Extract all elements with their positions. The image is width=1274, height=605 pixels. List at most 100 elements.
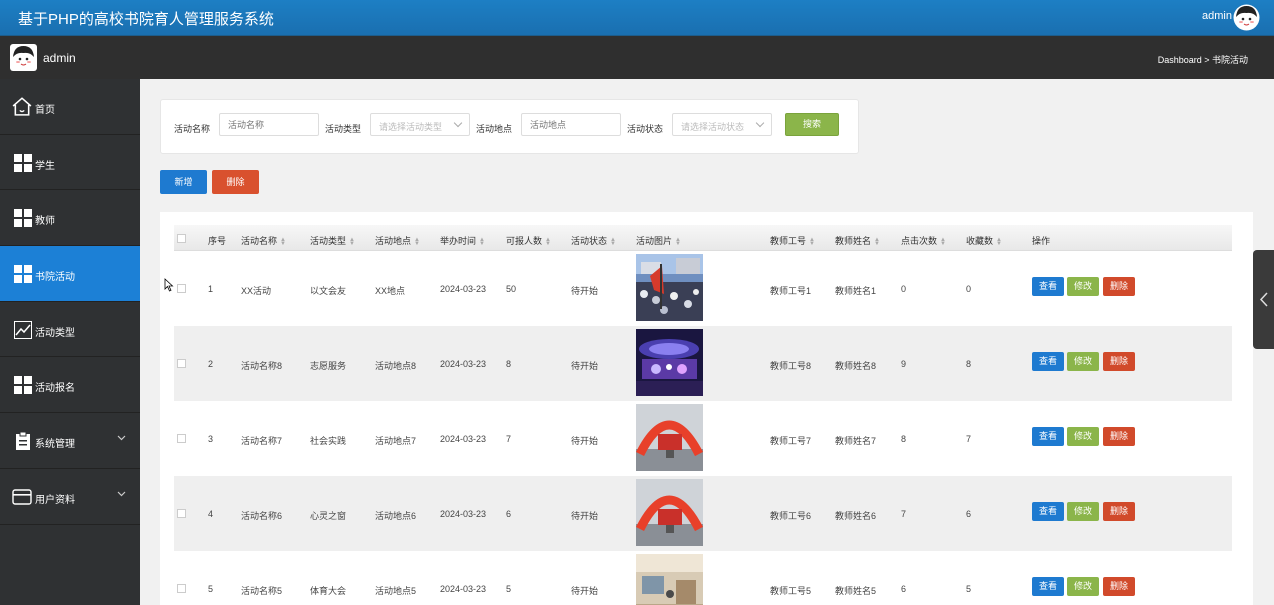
view-button[interactable]: 查看 (1032, 277, 1064, 296)
cell-no: 5 (208, 584, 214, 594)
table-row: 3 活动名称7 社会实践 活动地点7 2024-03-23 7 待开始 教师工号… (174, 401, 1232, 476)
edit-button[interactable]: 修改 (1067, 277, 1099, 296)
col-header-image[interactable]: 活动图片 ▲ ▼ (636, 234, 681, 247)
row-checkbox[interactable] (177, 434, 186, 443)
sort-icon: ▲ ▼ (280, 236, 286, 247)
col-header-label: 可报人数 (506, 236, 543, 246)
view-button[interactable]: 查看 (1032, 502, 1064, 521)
sidebar-avatar-icon (10, 44, 37, 71)
side-panel-toggle[interactable] (1253, 250, 1274, 349)
activity-place-input[interactable] (521, 113, 621, 136)
cell-teacher-name: 教师姓名7 (835, 436, 877, 446)
col-header-teacher-name[interactable]: 教师姓名 ▲ ▼ (835, 234, 880, 247)
cell-type: 心灵之窗 (310, 511, 347, 521)
col-header-date[interactable]: 举办时间 ▲ ▼ (440, 234, 485, 247)
table-header: 序号 活动名称 ▲ ▼ 活动类型 ▲ ▼ 活动地点 ▲ ▼ 举办时间 ▲ ▼ 可报人数 ▲ ▼ 活动… (174, 225, 1232, 251)
cell-status: 待开始 (571, 436, 599, 446)
edit-button[interactable]: 修改 (1067, 577, 1099, 596)
activity-type-placeholder: 请选择活动类型 (379, 122, 443, 132)
cell-capacity: 8 (506, 359, 512, 369)
sidebar-item-registrations[interactable]: 活动报名 (0, 357, 140, 414)
sidebar-item-activities[interactable]: 书院活动 (0, 246, 140, 302)
activity-type-select[interactable]: 请选择活动类型 (370, 113, 470, 136)
col-header-place[interactable]: 活动地点 ▲ ▼ (375, 234, 420, 247)
batch-delete-button[interactable]: 删除 (212, 170, 259, 194)
cell-favorites: 5 (966, 584, 972, 594)
user-avatar-icon[interactable] (1233, 4, 1260, 31)
col-header-capacity[interactable]: 可报人数 ▲ ▼ (506, 234, 551, 247)
col-header-status[interactable]: 活动状态 ▲ ▼ (571, 234, 616, 247)
sidebar-item-system[interactable]: 系统管理 (0, 413, 140, 469)
search-panel: 活动名称 活动类型 请选择活动类型 活动地点 活动状态 请选择活动状态 搜索 (160, 99, 859, 154)
edit-button[interactable]: 修改 (1067, 427, 1099, 446)
delete-button[interactable]: 删除 (1103, 352, 1135, 371)
activity-status-placeholder: 请选择活动状态 (681, 122, 745, 132)
edit-button[interactable]: 修改 (1067, 502, 1099, 521)
activity-status-select[interactable]: 请选择活动状态 (672, 113, 772, 136)
col-header-label: 活动图片 (636, 236, 673, 246)
activity-image-stage[interactable] (636, 329, 703, 396)
view-button[interactable]: 查看 (1032, 577, 1064, 596)
sidebar-item-label: 活动报名 (35, 383, 75, 395)
cell-type: 社会实践 (310, 436, 347, 446)
app-title: 基于PHP的高校书院育人管理服务系统 (18, 11, 274, 28)
view-button[interactable]: 查看 (1032, 352, 1064, 371)
col-header-favorites[interactable]: 收藏数 ▲ ▼ (966, 234, 1002, 247)
sort-icon: ▲ ▼ (610, 236, 616, 247)
cell-teacher-name: 教师姓名8 (835, 361, 877, 371)
main-content: 活动名称 活动类型 请选择活动类型 活动地点 活动状态 请选择活动状态 搜索 新… (140, 79, 1274, 605)
cell-no: 4 (208, 509, 214, 519)
sidebar-item-profile[interactable]: 用户资料 (0, 469, 140, 525)
sidebar-item-home[interactable]: 首页 (0, 79, 140, 135)
cell-teacher-name: 教师姓名5 (835, 586, 877, 596)
cell-date: 2024-03-23 (440, 284, 487, 294)
col-header-label: 活动类型 (310, 236, 347, 246)
activity-image-arch[interactable] (636, 404, 703, 471)
cell-teacher-id: 教师工号7 (770, 436, 812, 446)
cell-date: 2024-03-23 (440, 359, 487, 369)
delete-button[interactable]: 删除 (1103, 277, 1135, 296)
col-header-type[interactable]: 活动类型 ▲ ▼ (310, 234, 355, 247)
view-button[interactable]: 查看 (1032, 427, 1064, 446)
cell-teacher-id: 教师工号5 (770, 586, 812, 596)
sidebar-item-label: 学生 (35, 160, 55, 172)
sidebar-item-teachers[interactable]: 教师 (0, 190, 140, 247)
add-button[interactable]: 新增 (160, 170, 207, 194)
col-header-teacher-id[interactable]: 教师工号 ▲ ▼ (770, 234, 815, 247)
activity-name-input[interactable] (219, 113, 319, 136)
activity-image-hall[interactable] (636, 554, 703, 605)
top-username[interactable]: admin (1202, 10, 1232, 22)
edit-button[interactable]: 修改 (1067, 352, 1099, 371)
cell-teacher-name: 教师姓名6 (835, 511, 877, 521)
sidebar-item-activity-types[interactable]: 活动类型 (0, 302, 140, 358)
delete-button[interactable]: 删除 (1103, 502, 1135, 521)
cell-teacher-name: 教师姓名1 (835, 286, 877, 296)
row-checkbox[interactable] (177, 509, 186, 518)
search-button[interactable]: 搜索 (785, 113, 839, 136)
select-all-checkbox[interactable] (177, 234, 186, 243)
header-bar: admin Dashboard > 书院活动 (0, 35, 1274, 79)
cell-type: 以文会友 (310, 286, 347, 296)
cell-favorites: 0 (966, 284, 972, 294)
activity-image-crowd[interactable] (636, 254, 703, 321)
cell-teacher-id: 教师工号1 (770, 286, 812, 296)
cell-date: 2024-03-23 (440, 509, 487, 519)
sidebar-item-label: 教师 (35, 216, 55, 228)
cell-no: 3 (208, 434, 214, 444)
mouse-cursor-icon (164, 278, 174, 292)
sort-icon: ▲ ▼ (545, 236, 551, 247)
row-checkbox[interactable] (177, 284, 186, 293)
table-row: 4 活动名称6 心灵之窗 活动地点6 2024-03-23 6 待开始 教师工号… (174, 476, 1232, 551)
col-header-name[interactable]: 活动名称 ▲ ▼ (241, 234, 286, 247)
sidebar-item-students[interactable]: 学生 (0, 135, 140, 191)
col-header-clicks[interactable]: 点击次数 ▲ ▼ (901, 234, 946, 247)
delete-button[interactable]: 删除 (1103, 577, 1135, 596)
cell-favorites: 8 (966, 359, 972, 369)
row-checkbox[interactable] (177, 359, 186, 368)
activity-image-arch[interactable] (636, 479, 703, 546)
delete-button[interactable]: 删除 (1103, 427, 1135, 446)
sort-icon: ▲ ▼ (996, 236, 1002, 247)
col-header-label: 收藏数 (966, 236, 994, 246)
row-checkbox[interactable] (177, 584, 186, 593)
sort-icon: ▲ ▼ (414, 236, 420, 247)
